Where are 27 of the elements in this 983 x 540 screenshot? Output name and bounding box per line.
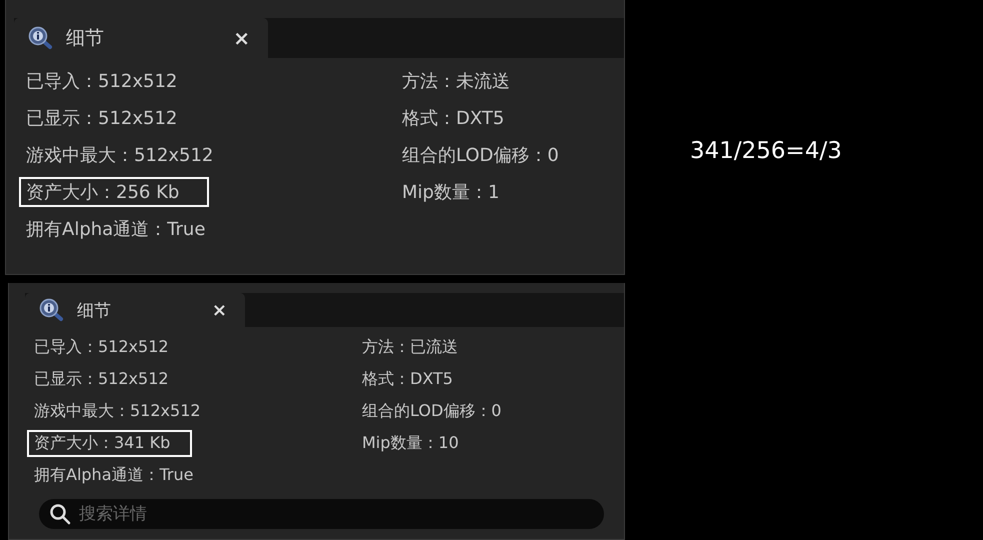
info-search-icon xyxy=(39,298,65,322)
property-text: 组合的LOD偏移：0 xyxy=(361,400,502,422)
property-text: 游戏中最大：512x512 xyxy=(25,144,214,168)
property-text: 资产大小：256 Kb xyxy=(19,176,210,206)
property-text: 组合的LOD偏移：0 xyxy=(401,144,560,168)
annotation-text: 341/256=4/3 xyxy=(690,138,842,164)
property-text: 拥有Alpha通道：True xyxy=(33,464,194,486)
property-text: 资产大小：341 Kb xyxy=(27,430,192,456)
search-field[interactable]: 搜索详情 xyxy=(39,499,604,529)
info-search-icon xyxy=(28,26,54,50)
property-text: 游戏中最大：512x512 xyxy=(33,400,202,422)
property-text: 拥有Alpha通道：True xyxy=(25,218,206,242)
property-text: 已显示：512x512 xyxy=(25,106,178,130)
property-text: Mip数量：1 xyxy=(401,180,500,204)
property-text: 方法：未流送 xyxy=(401,70,511,94)
property-text: Mip数量：10 xyxy=(361,432,460,454)
property-text: 格式：DXT5 xyxy=(401,106,506,130)
search-icon xyxy=(49,503,71,525)
property-text: 已显示：512x512 xyxy=(33,368,170,390)
close-button[interactable]: × xyxy=(229,26,254,50)
details-tab[interactable]: 细节 × xyxy=(25,293,245,327)
details-tab[interactable]: 细节 × xyxy=(14,18,268,58)
close-button[interactable]: × xyxy=(208,300,231,320)
property-text: 已导入：512x512 xyxy=(25,70,178,94)
property-text: 方法：已流送 xyxy=(361,336,459,358)
property-text: 已导入：512x512 xyxy=(33,336,170,358)
property-text: 格式：DXT5 xyxy=(361,368,454,390)
